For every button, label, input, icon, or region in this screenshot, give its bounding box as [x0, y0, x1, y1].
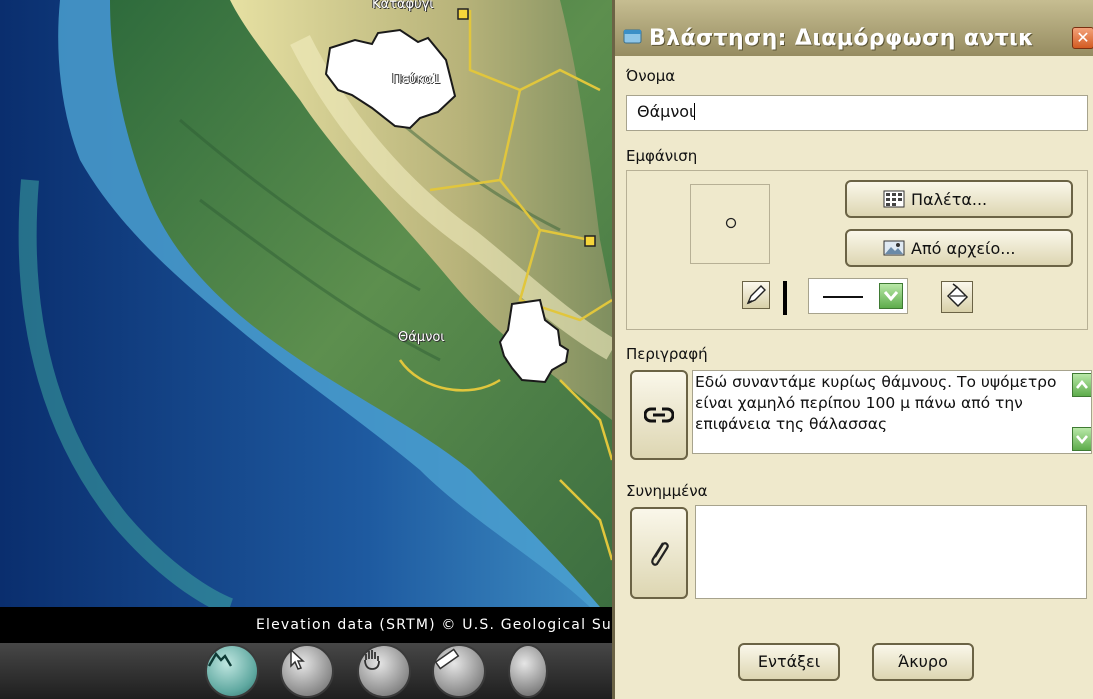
map-label-pefka: Πεύκα1: [392, 72, 441, 87]
description-text: Εδώ συναντάμε κυρίως θάμνους. Το υψόμετρ…: [695, 373, 1057, 433]
circle-symbol-icon: [725, 217, 737, 229]
paperclip-icon: [651, 542, 669, 566]
palette-button[interactable]: Παλέτα...: [845, 180, 1073, 218]
ruler-icon: [434, 648, 460, 670]
ok-button[interactable]: Εντάξει: [738, 643, 840, 681]
map-label-top: Καταφύγι: [372, 0, 434, 12]
pen-icon: [746, 285, 766, 305]
select-tool-button[interactable]: [280, 644, 334, 698]
line-style-sample: [823, 296, 863, 298]
attachments-label: Συνημμένα: [626, 482, 708, 500]
image-file-icon: [883, 240, 905, 256]
terrain-icon: [207, 651, 233, 667]
cancel-button[interactable]: Άκυρο: [872, 643, 974, 681]
more-tools-button[interactable]: [508, 644, 548, 698]
link-button[interactable]: [630, 370, 688, 460]
line-color-swatch: [783, 281, 787, 315]
hand-icon: [364, 650, 380, 670]
close-button[interactable]: ✕: [1072, 27, 1093, 49]
from-file-button[interactable]: Από αρχείο...: [845, 229, 1073, 267]
terrain-map-graphic: [0, 0, 612, 699]
chevron-down-icon[interactable]: [879, 283, 903, 309]
pointer-icon: [290, 648, 305, 670]
link-icon: [644, 407, 674, 423]
name-label: Όνομα: [626, 67, 676, 85]
map-label-thamnoi: Θάμνοι: [398, 330, 445, 345]
terrain-tool-button[interactable]: [205, 644, 259, 698]
description-textarea[interactable]: Εδώ συναντάμε κυρίως θάμνους. Το υψόμετρ…: [692, 370, 1092, 454]
attach-button[interactable]: [630, 507, 688, 599]
appearance-label: Εμφάνιση: [626, 147, 698, 165]
palette-button-label: Παλέτα...: [911, 190, 988, 209]
dialog-titlebar[interactable]: Βλάστηση: Διαμόρφωση αντικ ✕: [615, 0, 1093, 56]
map-view[interactable]: Καταφύγι Πεύκα1 Θάμνοι Elevation data (S…: [0, 0, 612, 699]
paint-bucket-icon: [946, 283, 969, 308]
scroll-up-icon[interactable]: [1072, 373, 1091, 397]
elevation-attribution: Elevation data (SRTM) © U.S. Geological …: [255, 617, 612, 633]
attachments-list[interactable]: [695, 505, 1087, 599]
from-file-button-label: Από αρχείο...: [911, 239, 1016, 258]
fill-color-button[interactable]: [941, 281, 973, 313]
window-icon: [623, 29, 642, 44]
symbol-preview: [690, 184, 770, 264]
line-color-button[interactable]: [742, 281, 770, 309]
line-style-select[interactable]: [808, 278, 908, 314]
name-input[interactable]: Θάμνοι: [626, 95, 1088, 131]
palette-icon: [883, 190, 905, 208]
attribution-bar: Elevation data (SRTM) © U.S. Geological …: [0, 607, 612, 643]
text-caret: [694, 103, 696, 120]
dialog-title: Βλάστηση: Διαμόρφωση αντικ: [649, 26, 1035, 51]
pan-tool-button[interactable]: [357, 644, 411, 698]
description-label: Περιγραφή: [626, 345, 708, 363]
scroll-down-icon[interactable]: [1072, 427, 1091, 451]
measure-tool-button[interactable]: [432, 644, 486, 698]
name-value: Θάμνοι: [637, 102, 695, 121]
map-toolbar: [0, 643, 612, 699]
